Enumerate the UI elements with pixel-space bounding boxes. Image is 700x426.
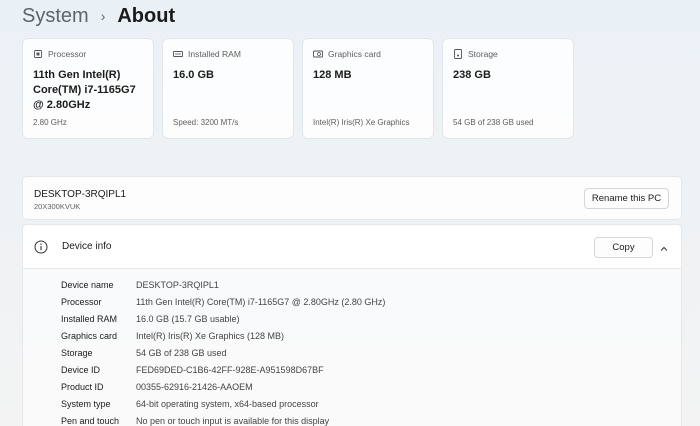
spec-value: 00355-62916-21426-AAOEM (136, 381, 253, 392)
spec-key: Device name (61, 279, 114, 290)
breadcrumb-system-link[interactable]: System (22, 5, 89, 28)
spec-value: Intel(R) Iris(R) Xe Graphics (128 MB) (136, 330, 285, 341)
device-info-title: Device info (62, 241, 112, 252)
spec-value: FED69DED-C1B6-42FF-928E-A951598D67BF (136, 364, 324, 375)
spec-value: 11th Gen Intel(R) Core(TM) i7-1165G7 @ 2… (136, 296, 386, 307)
pc-model: 20X300KVUK (34, 202, 81, 211)
spec-row-device-name: Device name DESKTOP-3RQIPL1 (61, 276, 385, 293)
card-value: 16.0 GB (173, 69, 214, 81)
device-spec-list: Device name DESKTOP-3RQIPL1 Processor 11… (61, 276, 385, 426)
page-title: About (117, 4, 176, 27)
graphics-card-icon (313, 49, 323, 59)
card-subtext: 54 GB of 238 GB used (453, 118, 534, 127)
spec-row-installed-ram: Installed RAM 16.0 GB (15.7 GB usable) (61, 310, 385, 327)
chevron-up-icon[interactable] (659, 241, 669, 251)
info-icon (34, 240, 48, 254)
spec-value: No pen or touch input is available for t… (136, 415, 330, 426)
device-info-panel: Device info Copy Device name DESKTOP-3RQ… (22, 224, 682, 426)
spec-cards: Processor 11th Gen Intel(R) Core(TM) i7-… (22, 38, 574, 139)
breadcrumb-separator: › (100, 8, 106, 24)
spec-value: 64-bit operating system, x64-based proce… (136, 398, 319, 409)
graphics-card-card: Graphics card 128 MB Intel(R) Iris(R) Xe… (302, 38, 434, 139)
spec-value: 54 GB of 238 GB used (136, 347, 227, 358)
ram-card: Installed RAM 16.0 GB Speed: 3200 MT/s (162, 38, 294, 139)
spec-value: 16.0 GB (15.7 GB usable) (136, 313, 240, 324)
spec-key: Processor (61, 296, 102, 307)
rename-pc-button[interactable]: Rename this PC (584, 188, 669, 209)
processor-card: Processor 11th Gen Intel(R) Core(TM) i7-… (22, 38, 154, 139)
card-subtext: 2.80 GHz (33, 118, 67, 127)
spec-key: Storage (61, 347, 93, 358)
spec-row-product-id: Product ID 00355-62916-21426-AAOEM (61, 378, 385, 395)
card-label: Installed RAM (188, 49, 241, 59)
pc-name: DESKTOP-3RQIPL1 (34, 189, 127, 200)
card-value: 238 GB (453, 69, 491, 81)
spec-key: Pen and touch (61, 415, 120, 426)
processor-icon (33, 49, 43, 59)
spec-row-pen-and-touch: Pen and touch No pen or touch input is a… (61, 412, 385, 426)
device-info-header[interactable]: Device info Copy (23, 225, 681, 269)
card-subtext: Speed: 3200 MT/s (173, 118, 239, 127)
card-subtext: Intel(R) Iris(R) Xe Graphics (313, 118, 410, 127)
spec-row-device-id: Device ID FED69DED-C1B6-42FF-928E-A95159… (61, 361, 385, 378)
storage-icon (453, 49, 463, 59)
spec-row-graphics-card: Graphics card Intel(R) Iris(R) Xe Graphi… (61, 327, 385, 344)
spec-row-processor: Processor 11th Gen Intel(R) Core(TM) i7-… (61, 293, 385, 310)
spec-value: DESKTOP-3RQIPL1 (136, 279, 219, 290)
card-label: Processor (48, 49, 87, 59)
spec-key: Product ID (61, 381, 104, 392)
breadcrumb: System › About (22, 3, 175, 29)
pc-name-row: DESKTOP-3RQIPL1 20X300KVUK Rename this P… (22, 176, 682, 220)
spec-key: Installed RAM (61, 313, 118, 324)
spec-key: Graphics card (61, 330, 118, 341)
spec-row-storage: Storage 54 GB of 238 GB used (61, 344, 385, 361)
spec-key: Device ID (61, 364, 101, 375)
spec-row-system-type: System type 64-bit operating system, x64… (61, 395, 385, 412)
card-value: 128 MB (313, 69, 352, 81)
card-value: 11th Gen Intel(R) Core(TM) i7-1165G7 @ 2… (33, 69, 136, 111)
ram-icon (173, 49, 183, 59)
copy-button[interactable]: Copy (594, 237, 653, 258)
card-label: Storage (468, 49, 498, 59)
storage-card: Storage 238 GB 54 GB of 238 GB used (442, 38, 574, 139)
spec-key: System type (61, 398, 111, 409)
card-label: Graphics card (328, 49, 381, 59)
